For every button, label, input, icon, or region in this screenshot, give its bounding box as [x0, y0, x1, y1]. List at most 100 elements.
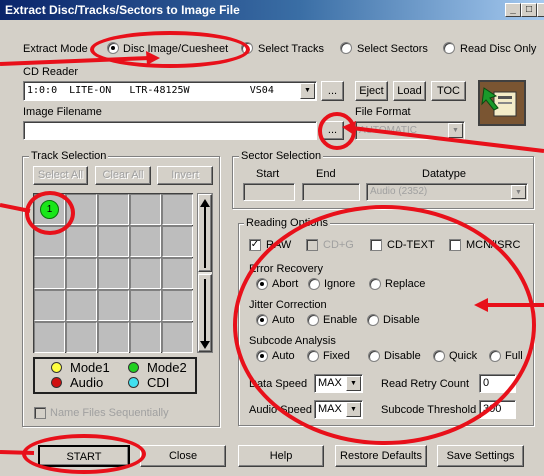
track-grid-scrollbar[interactable]	[197, 193, 213, 353]
radio-error-abort-label[interactable]: Abort	[272, 277, 298, 291]
radio-select-tracks[interactable]	[241, 42, 253, 54]
radio-select-sectors[interactable]	[340, 42, 352, 54]
minimize-button[interactable]: _	[505, 3, 521, 17]
close-button[interactable]: Close	[140, 445, 226, 467]
save-settings-button[interactable]: Save Settings	[437, 445, 524, 467]
mcn-isrc-label[interactable]: MCN/ISRC	[466, 238, 520, 252]
track-cell[interactable]	[66, 194, 97, 225]
help-button[interactable]: Help	[238, 445, 324, 467]
track-cell[interactable]	[162, 290, 193, 321]
cdg-checkbox[interactable]	[306, 239, 318, 251]
radio-error-replace[interactable]	[369, 278, 381, 290]
radio-error-ignore[interactable]	[308, 278, 320, 290]
audio-speed-dropdown-icon[interactable]: ▼	[346, 402, 361, 417]
toc-button[interactable]: TOC	[431, 81, 466, 101]
cdtext-label[interactable]: CD-TEXT	[387, 238, 435, 252]
sector-start-input[interactable]	[243, 183, 295, 201]
radio-subcode-quick-label[interactable]: Quick	[449, 349, 477, 363]
radio-error-abort[interactable]	[256, 278, 268, 290]
read-retry-input[interactable]: 0	[479, 374, 516, 393]
track-cell-1[interactable]: 1	[34, 194, 65, 225]
radio-subcode-auto[interactable]	[256, 350, 268, 362]
close-window-button[interactable]	[537, 3, 544, 17]
mcn-isrc-checkbox[interactable]	[449, 239, 461, 251]
track-cell[interactable]	[162, 258, 193, 289]
radio-read-disc-only[interactable]	[443, 42, 455, 54]
radio-disc-image[interactable]	[107, 42, 119, 54]
radio-jitter-enable[interactable]	[307, 314, 319, 326]
radio-subcode-disable-label[interactable]: Disable	[384, 349, 421, 363]
raw-checkbox[interactable]: ✓	[249, 239, 261, 251]
track-1-indicator[interactable]: 1	[40, 200, 59, 219]
datatype-dropdown-icon[interactable]: ▼	[511, 185, 526, 199]
cd-reader-browse-button[interactable]: ...	[321, 81, 344, 101]
select-all-button[interactable]: Select All	[33, 166, 88, 185]
file-format-label: File Format	[355, 106, 411, 118]
track-cell[interactable]	[66, 226, 97, 257]
datatype-select[interactable]: Audio (2352)	[366, 183, 528, 201]
track-cell[interactable]	[130, 258, 161, 289]
cdg-label[interactable]: CD+G	[323, 238, 354, 252]
radio-jitter-disable[interactable]	[367, 314, 379, 326]
radio-error-replace-label[interactable]: Replace	[385, 277, 425, 291]
image-filename-input[interactable]	[23, 121, 317, 140]
track-cell[interactable]	[98, 258, 129, 289]
track-cell[interactable]	[162, 322, 193, 353]
sector-end-input[interactable]	[302, 183, 360, 201]
file-format-dropdown-icon[interactable]: ▼	[448, 123, 463, 138]
clear-all-button[interactable]: Clear All	[95, 166, 151, 185]
track-cell[interactable]	[130, 194, 161, 225]
eject-button[interactable]: Eject	[355, 81, 388, 101]
track-cell[interactable]	[130, 322, 161, 353]
subcode-threshold-input[interactable]: 300	[479, 400, 516, 419]
name-files-checkbox[interactable]	[34, 407, 46, 419]
track-cell[interactable]	[98, 226, 129, 257]
radio-jitter-enable-label[interactable]: Enable	[323, 313, 357, 327]
track-cell[interactable]	[34, 226, 65, 257]
track-cell[interactable]	[66, 290, 97, 321]
start-button[interactable]: START	[38, 445, 130, 467]
radio-subcode-full[interactable]	[489, 350, 501, 362]
radio-jitter-auto[interactable]	[256, 314, 268, 326]
radio-subcode-auto-label[interactable]: Auto	[272, 349, 295, 363]
title-bar: Extract Disc/Tracks/Sectors to Image Fil…	[0, 0, 544, 20]
scroll-down-button[interactable]	[198, 274, 212, 352]
radio-subcode-disable[interactable]	[368, 350, 380, 362]
radio-subcode-quick[interactable]	[433, 350, 445, 362]
track-cell[interactable]	[98, 194, 129, 225]
track-cell[interactable]	[34, 290, 65, 321]
radio-subcode-fixed-label[interactable]: Fixed	[323, 349, 350, 363]
track-cell[interactable]	[162, 194, 193, 225]
track-cell[interactable]	[130, 290, 161, 321]
radio-jitter-auto-label[interactable]: Auto	[272, 313, 295, 327]
radio-disc-image-label[interactable]: Disc Image/Cuesheet	[123, 42, 228, 56]
radio-select-sectors-label[interactable]: Select Sectors	[357, 42, 428, 56]
track-cell[interactable]	[98, 322, 129, 353]
cdtext-checkbox[interactable]	[370, 239, 382, 251]
radio-subcode-full-label[interactable]: Full	[505, 349, 523, 363]
name-files-label[interactable]: Name Files Sequentially	[50, 406, 169, 420]
restore-defaults-button[interactable]: Restore Defaults	[335, 445, 427, 467]
raw-label[interactable]: RAW	[266, 238, 291, 252]
track-cell[interactable]	[66, 258, 97, 289]
maximize-button[interactable]: □	[521, 3, 537, 17]
track-cell[interactable]	[34, 322, 65, 353]
track-cell[interactable]	[34, 258, 65, 289]
subcode-threshold-label: Subcode Threshold	[381, 404, 477, 416]
track-cell[interactable]	[98, 290, 129, 321]
track-cell[interactable]	[162, 226, 193, 257]
cd-reader-dropdown-icon[interactable]: ▼	[300, 83, 315, 99]
track-cell[interactable]	[130, 226, 161, 257]
radio-error-ignore-label[interactable]: Ignore	[324, 277, 355, 291]
radio-subcode-fixed[interactable]	[307, 350, 319, 362]
load-button[interactable]: Load	[393, 81, 426, 101]
scroll-up-button[interactable]	[198, 194, 212, 272]
data-speed-dropdown-icon[interactable]: ▼	[346, 376, 361, 391]
radio-read-disc-only-label[interactable]: Read Disc Only	[460, 42, 536, 56]
image-filename-browse-button[interactable]: ...	[321, 121, 344, 140]
track-cell[interactable]	[66, 322, 97, 353]
cd-reader-select[interactable]: 1:0:0 LITE-ON LTR-48125W VS04	[23, 81, 317, 101]
invert-button[interactable]: Invert	[157, 166, 213, 185]
radio-select-tracks-label[interactable]: Select Tracks	[258, 42, 324, 56]
radio-jitter-disable-label[interactable]: Disable	[383, 313, 420, 327]
